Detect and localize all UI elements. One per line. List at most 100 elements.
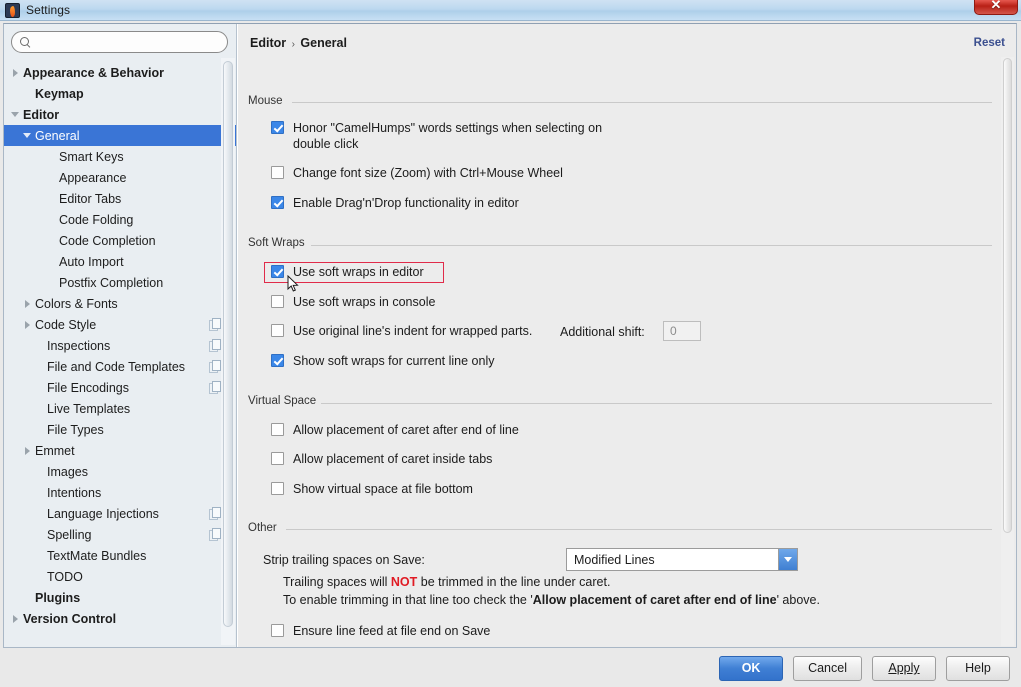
option-virtual-space-file-bottom[interactable]: Show virtual space at file bottom	[271, 481, 473, 497]
copy-icon[interactable]	[209, 507, 221, 520]
chevron-right-icon[interactable]	[22, 314, 35, 335]
group-rule-other	[286, 529, 992, 530]
checkbox-enable-dragndrop[interactable]	[271, 196, 284, 209]
sidebar-item-intentions[interactable]: Intentions	[4, 482, 236, 503]
chevron-right-icon[interactable]	[22, 440, 35, 461]
chevron-down-icon[interactable]	[22, 125, 35, 146]
note-2-part-a: To enable trimming in that line too chec…	[283, 593, 533, 607]
sidebar-item-live-templates[interactable]: Live Templates	[4, 398, 236, 419]
option-label: Ensure line feed at file end on Save	[293, 624, 491, 638]
option-label: Allow placement of caret inside tabs	[293, 452, 493, 466]
option-change-font-size[interactable]: Change font size (Zoom) with Ctrl+Mouse …	[271, 165, 563, 181]
option-use-soft-wraps-editor[interactable]: Use soft wraps in editor	[271, 264, 424, 280]
option-ensure-line-feed[interactable]: Ensure line feed at file end on Save	[271, 623, 490, 639]
sidebar-item-emmet[interactable]: Emmet	[4, 440, 236, 461]
group-title-other: Other	[248, 522, 283, 534]
checkbox-show-soft-wraps-current-line[interactable]	[271, 354, 284, 367]
group-title-virtual-space: Virtual Space	[248, 395, 323, 407]
sidebar-item-code-style[interactable]: Code Style	[4, 314, 236, 335]
sidebar-item-language-injections[interactable]: Language Injections	[4, 503, 236, 524]
sidebar-item-colors-fonts[interactable]: Colors & Fonts	[4, 293, 236, 314]
sidebar-item-editor[interactable]: Editor	[4, 104, 236, 125]
option-caret-after-eol[interactable]: Allow placement of caret after end of li…	[271, 422, 519, 438]
chevron-right-icon[interactable]	[10, 608, 23, 629]
window-title: Settings	[26, 3, 71, 17]
sidebar-item-label: Colors & Fonts	[35, 296, 118, 311]
copy-icon[interactable]	[209, 528, 221, 541]
sidebar-item-postfix-completion[interactable]: Postfix Completion	[4, 272, 236, 293]
sidebar-item-smart-keys[interactable]: Smart Keys	[4, 146, 236, 167]
sidebar-item-file-encodings[interactable]: File Encodings	[4, 377, 236, 398]
window-title-bar: Settings ✕	[0, 0, 1021, 21]
sidebar-item-inspections[interactable]: Inspections	[4, 335, 236, 356]
search-input[interactable]	[32, 33, 227, 51]
option-use-soft-wraps-console[interactable]: Use soft wraps in console	[271, 294, 435, 310]
sidebar-item-label: Language Injections	[47, 506, 159, 521]
checkbox-caret-after-eol[interactable]	[271, 423, 284, 436]
checkbox-caret-inside-tabs[interactable]	[271, 452, 284, 465]
sidebar-item-plugins[interactable]: Plugins	[4, 587, 236, 608]
sidebar-item-code-completion[interactable]: Code Completion	[4, 230, 236, 251]
chevron-right-icon[interactable]	[22, 293, 35, 314]
reset-link[interactable]: Reset	[974, 37, 1005, 49]
sidebar-item-todo[interactable]: TODO	[4, 566, 236, 587]
checkbox-virtual-space-file-bottom[interactable]	[271, 482, 284, 495]
chevron-right-icon[interactable]	[10, 62, 23, 83]
option-enable-dragndrop[interactable]: Enable Drag'n'Drop functionality in edit…	[271, 195, 519, 211]
sidebar-item-images[interactable]: Images	[4, 461, 236, 482]
copy-icon[interactable]	[209, 381, 221, 394]
sidebar-item-auto-import[interactable]: Auto Import	[4, 251, 236, 272]
sidebar-item-textmate-bundles[interactable]: TextMate Bundles	[4, 545, 236, 566]
chevron-down-icon[interactable]	[778, 549, 797, 570]
option-use-original-indent[interactable]: Use original line's indent for wrapped p…	[271, 323, 532, 339]
note-line-2: To enable trimming in that line too chec…	[283, 593, 820, 607]
sidebar-item-general[interactable]: General	[4, 125, 236, 146]
strip-trailing-spaces-select[interactable]: Modified Lines	[566, 548, 798, 571]
sidebar-item-version-control[interactable]: Version Control	[4, 608, 236, 629]
checkbox-ensure-line-feed[interactable]	[271, 624, 284, 637]
additional-shift-input[interactable]: 0	[663, 321, 701, 341]
checkbox-change-font-size[interactable]	[271, 166, 284, 179]
sidebar-item-file-types[interactable]: File Types	[4, 419, 236, 440]
sidebar-item-label: Code Style	[35, 317, 97, 332]
sidebar-scrollbar[interactable]	[221, 58, 235, 645]
close-icon[interactable]: ✕	[974, 0, 1018, 15]
search-box[interactable]	[11, 31, 228, 53]
sidebar-item-appearance-behavior[interactable]: Appearance & Behavior	[4, 62, 236, 83]
copy-icon[interactable]	[209, 360, 221, 373]
chevron-down-icon[interactable]	[10, 104, 23, 125]
cancel-button[interactable]: Cancel	[793, 655, 862, 681]
sidebar-item-code-folding[interactable]: Code Folding	[4, 209, 236, 230]
checkbox-use-soft-wraps-console[interactable]	[271, 295, 284, 308]
ok-button[interactable]: OK	[719, 655, 784, 681]
sidebar-item-appearance[interactable]: Appearance	[4, 167, 236, 188]
option-show-soft-wraps-current-line[interactable]: Show soft wraps for current line only	[271, 353, 494, 369]
copy-icon[interactable]	[209, 318, 221, 331]
group-title-mouse: Mouse	[248, 95, 289, 107]
option-honor-camelhumps[interactable]: Honor "CamelHumps" words settings when s…	[271, 120, 631, 152]
sidebar-item-label: TextMate Bundles	[47, 548, 147, 563]
sidebar-scrollbar-thumb[interactable]	[223, 61, 233, 627]
settings-frame: Appearance & Behavior Keymap Editor General…	[3, 23, 1017, 648]
apply-button[interactable]: Apply	[872, 655, 936, 681]
sidebar-item-label: Editor	[23, 107, 60, 122]
checkbox-honor-camelhumps[interactable]	[271, 121, 284, 134]
sidebar-item-spelling[interactable]: Spelling	[4, 524, 236, 545]
option-caret-inside-tabs[interactable]: Allow placement of caret inside tabs	[271, 451, 492, 467]
content-scrollbar-thumb[interactable]	[1003, 58, 1012, 533]
sidebar-item-file-and-code-templates[interactable]: File and Code Templates	[4, 356, 236, 377]
sidebar-item-keymap[interactable]: Keymap	[4, 83, 236, 104]
breadcrumb-root[interactable]: Editor	[250, 36, 286, 50]
checkbox-use-soft-wraps-editor[interactable]	[271, 265, 284, 278]
copy-icon[interactable]	[209, 339, 221, 352]
help-button[interactable]: Help	[946, 655, 1010, 681]
sidebar-item-label: Appearance & Behavior	[23, 65, 165, 80]
checkbox-use-original-indent[interactable]	[271, 324, 284, 337]
content-scrollbar[interactable]	[1001, 57, 1014, 646]
sidebar-item-editor-tabs[interactable]: Editor Tabs	[4, 188, 236, 209]
